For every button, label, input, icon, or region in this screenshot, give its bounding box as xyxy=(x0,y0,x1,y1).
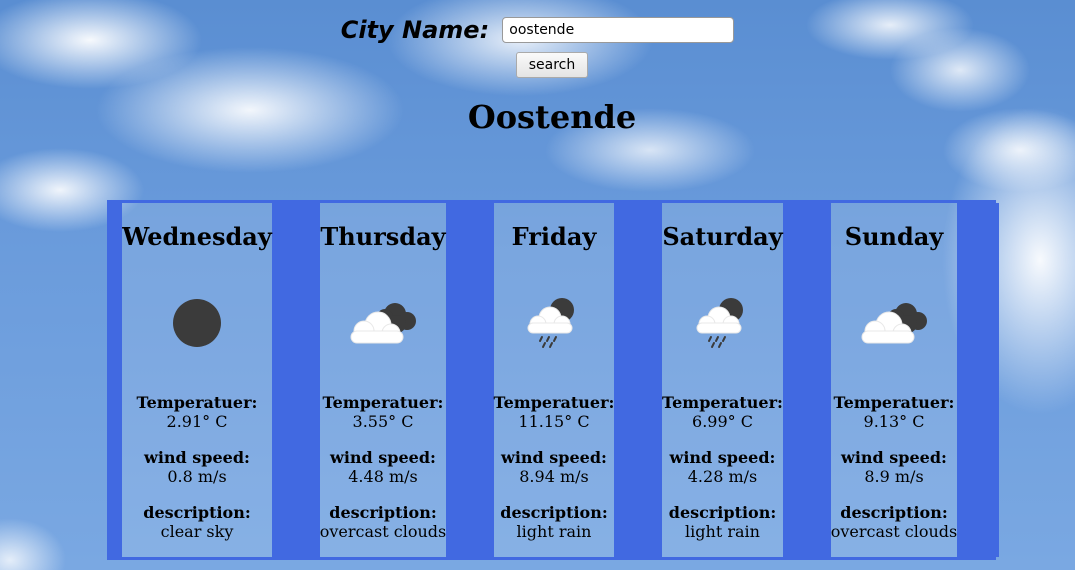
wind-speed-label: wind speed: xyxy=(144,448,250,467)
light-rain-icon xyxy=(494,293,614,353)
day-stats: Temperatuer: 9.13° C wind speed: 8.9 m/s… xyxy=(791,393,997,558)
day-card-saturday: Saturday Temperatuer: 6.99° C wind speed… xyxy=(662,203,783,557)
city-name-label: City Name: xyxy=(340,16,490,44)
temperature-value: 9.13° C xyxy=(863,412,925,431)
light-rain-icon xyxy=(662,293,783,353)
day-card-sunday: Sunday Temperatuer: 9.13° C wind speed: … xyxy=(831,203,957,557)
day-name: Sunday xyxy=(844,222,944,251)
wind-speed-value: 0.8 m/s xyxy=(167,467,227,486)
day-name: Wednesday xyxy=(122,222,272,251)
description-label: description: xyxy=(143,503,251,522)
search-button[interactable]: search xyxy=(515,52,589,78)
search-bar: City Name: xyxy=(0,16,1075,44)
day-card-wednesday: Wednesday Temperatuer: 2.91° C wind spee… xyxy=(122,203,272,557)
day-stats: Temperatuer: 2.91° C wind speed: 0.8 m/s… xyxy=(82,393,312,558)
temperature-label: Temperatuer: xyxy=(833,393,955,412)
description-value: clear sky xyxy=(160,522,234,541)
wind-speed-label: wind speed: xyxy=(841,448,947,467)
overcast-clouds-icon xyxy=(320,293,446,353)
temperature-value: 2.91° C xyxy=(166,412,228,431)
clear-sky-icon xyxy=(122,293,272,353)
temperature-label: Temperatuer: xyxy=(136,393,258,412)
overcast-clouds-icon xyxy=(831,293,957,353)
day-card-thursday: Thursday Temperatuer: 3.55° C wind speed… xyxy=(320,203,446,557)
forecast-panel: Wednesday Temperatuer: 2.91° C wind spee… xyxy=(107,200,999,560)
search-button-row: search xyxy=(0,52,1075,78)
city-title: Oostende xyxy=(467,98,637,136)
description-label: description: xyxy=(840,503,948,522)
wind-speed-value: 8.9 m/s xyxy=(864,467,924,486)
day-card-friday: Friday Temperatuer: 11.15° C wind speed:… xyxy=(494,203,614,557)
city-search-input[interactable] xyxy=(502,17,735,43)
description-value: overcast clouds xyxy=(830,522,958,541)
